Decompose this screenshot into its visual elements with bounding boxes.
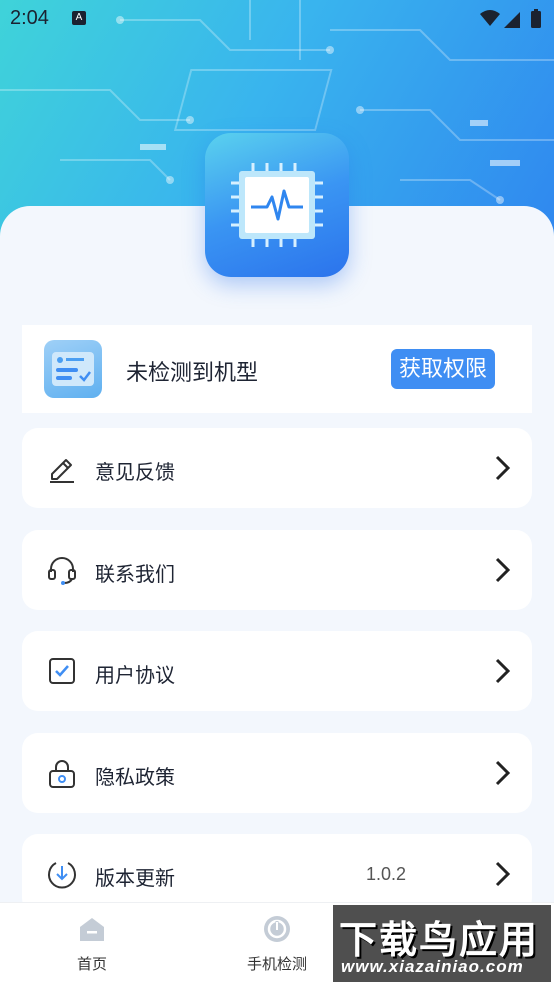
- menu-label: 隐私政策: [95, 767, 175, 789]
- version-number: 1.0.2: [365, 864, 406, 884]
- device-status-text: 未检测到机型: [126, 360, 259, 385]
- nav-home-label: 首页: [76, 956, 107, 973]
- checkbox-icon: [49, 658, 75, 684]
- nav-home[interactable]: 首页: [37, 915, 147, 974]
- app-logo: [205, 133, 349, 277]
- download-icon: [48, 862, 76, 889]
- chevron-right-icon: [495, 557, 511, 583]
- chevron-right-icon: [495, 760, 511, 786]
- notification-icon: A: [72, 11, 86, 25]
- headset-icon: [48, 557, 76, 585]
- signal-battery-icons: [480, 9, 541, 28]
- home-icon: [80, 918, 104, 941]
- watermark-overlay: 下载鸟应用 www.xiazainiao.com: [333, 905, 551, 982]
- wifi-icon: [480, 10, 500, 26]
- battery-icon: [531, 11, 541, 28]
- get-permission-button[interactable]: 获取权限: [391, 349, 495, 389]
- menu-item-privacy-policy[interactable]: 隐私政策: [22, 733, 532, 813]
- menu-label: 用户协议: [95, 665, 175, 687]
- nav-phone-check-label: 手机检测: [246, 956, 307, 973]
- menu-label: 意见反馈: [95, 462, 175, 484]
- lock-icon: [49, 760, 75, 788]
- device-status-card: 未检测到机型 获取权限: [22, 325, 532, 413]
- menu-label: 联系我们: [95, 564, 175, 586]
- status-time: 2:04: [10, 7, 49, 29]
- cellular-icon: [504, 12, 520, 28]
- watermark-title: 下载鸟应用: [339, 917, 540, 962]
- status-bar: 2:04 A: [0, 0, 554, 40]
- menu-item-feedback[interactable]: 意见反馈: [22, 428, 532, 508]
- phone-check-icon: [264, 916, 290, 942]
- chevron-right-icon: [495, 861, 511, 887]
- device-info-icon: [44, 340, 102, 398]
- menu-item-contact[interactable]: 联系我们: [22, 530, 532, 610]
- pen-icon: [50, 459, 74, 483]
- chevron-right-icon: [495, 455, 511, 481]
- menu-label: 版本更新: [95, 868, 175, 890]
- nav-phone-check[interactable]: 手机检测: [222, 915, 332, 974]
- chip-pulse-icon: [231, 163, 323, 247]
- watermark-url: www.xiazainiao.com: [341, 957, 524, 976]
- chevron-right-icon: [495, 658, 511, 684]
- menu-item-user-agreement[interactable]: 用户协议: [22, 631, 532, 711]
